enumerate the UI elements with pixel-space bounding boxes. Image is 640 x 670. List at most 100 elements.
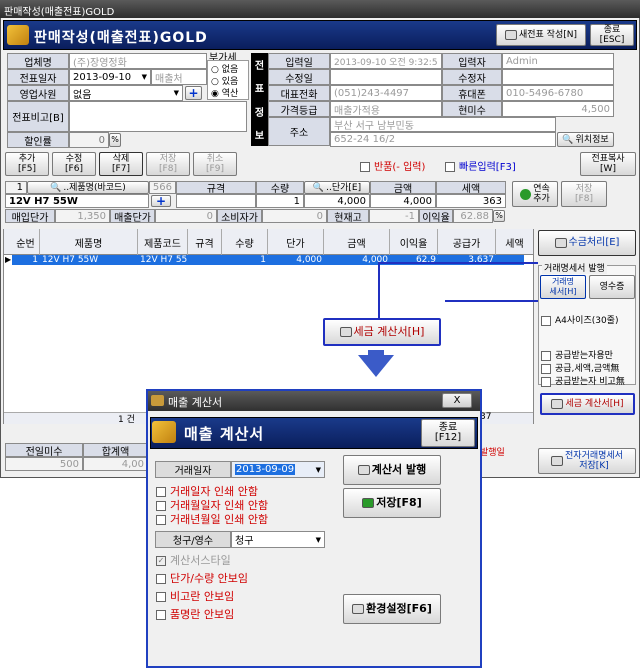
- search-icon: 🔍: [562, 134, 574, 145]
- opt2-checkbox[interactable]: 공급,세액,금액無: [541, 361, 619, 374]
- qty-input[interactable]: 1: [256, 194, 304, 208]
- vlabel-char-3: 보: [254, 130, 265, 142]
- bill-type-field[interactable]: 청구 ▼: [231, 531, 325, 548]
- price-search-button[interactable]: 🔍 ..단가[E]: [304, 181, 370, 194]
- copy-invoice-button[interactable]: 전표복사 [W]: [580, 152, 636, 176]
- settings-button[interactable]: 환경설정[F6]: [343, 594, 441, 624]
- statement-group-title: 거래명세서 발행: [542, 261, 607, 274]
- e-statement-button[interactable]: 전자거래명세서 저장[K]: [538, 448, 636, 474]
- row-pointer-icon: ▶: [5, 255, 12, 264]
- col-header-no[interactable]: 순번: [12, 229, 40, 255]
- product-search-button[interactable]: 🔍 ..제품명(바코드): [27, 181, 149, 194]
- cell-price: 4,000: [296, 255, 322, 265]
- col-header-tax[interactable]: 세액: [496, 229, 533, 255]
- opt3-label: 공급받는자 비고無: [555, 377, 625, 387]
- col-header-margin[interactable]: 이익율: [390, 229, 438, 255]
- save-icon: [362, 498, 375, 508]
- percent-button[interactable]: %: [109, 133, 121, 147]
- col-header-amount[interactable]: 금액: [324, 229, 390, 255]
- spec-input[interactable]: [176, 194, 256, 208]
- quick-input-checkbox[interactable]: 빠른입력[F3]: [445, 158, 516, 173]
- date-type: 매출처: [151, 69, 207, 85]
- printer-icon: [551, 456, 564, 466]
- add-product-button[interactable]: +: [151, 195, 171, 207]
- modifier-label: 수정자: [442, 69, 502, 85]
- chk-item[interactable]: 품명란 안보임: [156, 606, 234, 622]
- dialog-heading: 매출 계산서: [184, 425, 265, 443]
- chk-qty[interactable]: 단가/수량 안보임: [156, 570, 248, 586]
- save-button[interactable]: 저장 [F8]: [146, 152, 190, 176]
- col-header-product[interactable]: 제품명: [40, 229, 138, 255]
- spec-label: 규격: [176, 181, 256, 195]
- add-button[interactable]: 추가 [F5]: [5, 152, 49, 176]
- col-header-price[interactable]: 단가: [268, 229, 324, 255]
- discount-label: 할인률: [7, 132, 69, 148]
- checkbox-icon: [156, 610, 166, 620]
- delete-button[interactable]: 삭제 [F7]: [99, 152, 143, 176]
- opt1-checkbox[interactable]: 공급받는자용만: [541, 348, 613, 361]
- cancel-button[interactable]: 취소 [F9]: [193, 152, 237, 176]
- margin-percent-button[interactable]: %: [493, 210, 505, 222]
- col-header-code[interactable]: 제품코드: [138, 229, 188, 255]
- company-field[interactable]: (주)장영정화: [69, 53, 207, 69]
- new-invoice-label: 새전표 작성[N]: [518, 30, 578, 40]
- chk-year-label: 거래년월일 인쇄 안함: [170, 513, 269, 526]
- location-button[interactable]: 🔍 위치정보: [557, 132, 614, 147]
- quick-label: 빠른입력[F3]: [459, 162, 516, 173]
- checkbox-icon: [445, 162, 455, 172]
- cell-spec: [188, 255, 222, 265]
- search-icon: 🔍: [312, 182, 325, 193]
- receipt-button[interactable]: 영수증: [589, 275, 635, 299]
- copy-label: 전표복사 [W]: [591, 154, 625, 174]
- discount-field[interactable]: 0: [69, 132, 109, 148]
- tax-invoice-button[interactable]: 세금 계산서[H]: [540, 393, 635, 415]
- chk-memo[interactable]: 비고란 안보임: [156, 588, 234, 604]
- date-field[interactable]: 2013-09-10 ▼: [69, 69, 151, 85]
- input-date-field: 2013-09-10 오전 9:32:5: [330, 53, 442, 69]
- return-checkbox[interactable]: 반품(- 입력): [360, 158, 425, 173]
- add-sales-button[interactable]: +: [185, 86, 202, 100]
- discount-value: 0: [98, 134, 105, 146]
- opt3-checkbox[interactable]: 공급받는자 비고無: [541, 374, 625, 387]
- mobile-field: 010-5496-6780: [502, 85, 614, 101]
- issue-invoice-button[interactable]: 계산서 발행: [343, 455, 441, 485]
- collect-button[interactable]: 수금처리[E]: [538, 230, 636, 256]
- checkbox-icon: [541, 376, 551, 387]
- dialog-save-button[interactable]: 저장[F8]: [343, 488, 441, 518]
- edit-button[interactable]: 수정 [F6]: [52, 152, 96, 176]
- new-invoice-button[interactable]: 새전표 작성[N]: [496, 24, 586, 46]
- memo-field[interactable]: [69, 101, 247, 132]
- memo-label: 전표비고[B]: [7, 101, 69, 132]
- col-header-qty[interactable]: 수량: [222, 229, 268, 255]
- cell-no: 1: [32, 255, 38, 265]
- vat-reverse-label: 역산: [221, 89, 239, 99]
- dialog-title: 매출 계산서: [168, 396, 223, 409]
- chk-style[interactable]: ✓ 계산서스타일: [156, 552, 231, 568]
- dialog-close-button[interactable]: 종료 [F12]: [421, 419, 475, 447]
- a4-checkbox[interactable]: A4사이즈(30줄): [541, 313, 618, 326]
- col-header-supply[interactable]: 공급가: [438, 229, 496, 255]
- cell-qty: 1: [260, 255, 266, 265]
- statement-button[interactable]: 거래명 세서[H]: [540, 275, 586, 299]
- chk-year[interactable]: 거래년월일 인쇄 안함: [156, 511, 268, 527]
- trade-date-field[interactable]: 2013-09-09 ▼: [231, 461, 325, 478]
- margin-field: 62.88: [453, 209, 493, 223]
- inputter-field: Admin: [502, 53, 614, 69]
- dialog-small-icon: [151, 395, 164, 406]
- dialog-x-button[interactable]: X: [442, 393, 472, 408]
- sales-field[interactable]: 없음 ▼: [69, 85, 183, 101]
- bill-type-label: 청구/영수: [155, 531, 231, 548]
- continuous-add-button[interactable]: 연속 추가: [512, 181, 558, 207]
- vat-option-reverse[interactable]: ◉ 역산: [211, 86, 238, 99]
- price-input[interactable]: 4,000: [304, 194, 370, 208]
- collect-label: 수금처리[E]: [568, 237, 620, 248]
- close-button[interactable]: 종료 [ESC]: [590, 24, 634, 46]
- price-grade-label: 가격등급: [268, 101, 330, 117]
- product-input[interactable]: 12V H7 55W: [5, 194, 149, 208]
- tax-input[interactable]: 363: [436, 194, 506, 208]
- unpaid-field: 4,500: [502, 101, 614, 117]
- dropdown-icon: ▼: [315, 535, 321, 544]
- save2-button[interactable]: 저장 [F8]: [561, 181, 607, 207]
- amount-input[interactable]: 4,000: [370, 194, 436, 208]
- col-header-spec[interactable]: 규격: [188, 229, 222, 255]
